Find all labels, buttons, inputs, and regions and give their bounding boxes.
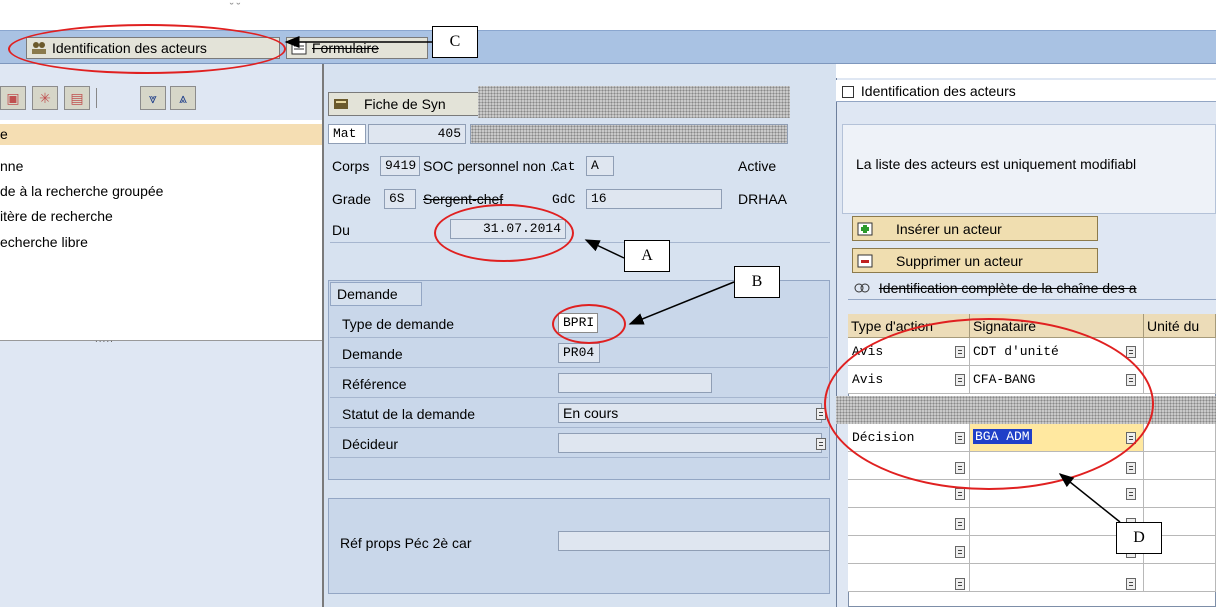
empty-row-f4-icon[interactable]: [955, 578, 965, 590]
info-text: La liste des acteurs est uniquement modi…: [856, 156, 1137, 172]
table-row[interactable]: [1144, 424, 1216, 452]
statut-row: Statut de la demande En cours: [330, 400, 828, 428]
table-row[interactable]: [1144, 338, 1216, 366]
ref-props-label: Réf props Péc 2è car: [340, 535, 472, 551]
fiche-icon: [334, 99, 348, 109]
row1-signataire-f4-icon[interactable]: [1126, 346, 1136, 358]
decideur-field[interactable]: [558, 433, 822, 453]
empty-row-f4-icon[interactable]: [1126, 578, 1136, 590]
du-label: Du: [332, 222, 350, 238]
mat-field[interactable]: 405: [368, 124, 466, 144]
table-row[interactable]: [848, 564, 970, 592]
cat-field[interactable]: A: [586, 156, 614, 176]
top-marks: ˘ ˘: [230, 2, 241, 14]
formulaire-label: Formulaire: [312, 40, 379, 56]
divider: [330, 242, 830, 243]
column-header-unite[interactable]: Unité du: [1144, 314, 1216, 338]
gdc-field[interactable]: 16: [586, 189, 722, 209]
corps-label: Corps: [332, 158, 370, 174]
table-title-text: Identification complète de la chaîne des…: [878, 280, 1137, 296]
demande-tab[interactable]: Demande: [330, 282, 422, 306]
formulaire-button[interactable]: Formulaire: [286, 37, 428, 59]
corps-text: SOC personnel non ...: [423, 158, 562, 174]
collapse-all-icon[interactable]: ⩓: [170, 86, 196, 110]
actors-panel-title: Identification des acteurs: [836, 80, 1216, 102]
table-row[interactable]: [1144, 564, 1216, 592]
demande-row: Demande PR04: [330, 340, 828, 368]
empty-row-f4-icon[interactable]: [1126, 462, 1136, 474]
reference-field[interactable]: [558, 373, 712, 393]
table-row[interactable]: [848, 508, 970, 536]
annotation-ellipse-c: [8, 24, 286, 74]
supprimer-acteur-button[interactable]: Supprimer un acteur: [852, 248, 1098, 273]
empty-row-f4-icon[interactable]: [955, 546, 965, 558]
decideur-label: Décideur: [342, 436, 399, 452]
mat-label: Mat: [328, 124, 366, 144]
redacted-area: [478, 86, 790, 118]
left-tool-3-icon[interactable]: ▤: [64, 86, 90, 110]
table-row[interactable]: [1144, 480, 1216, 508]
type-de-demande-label: Type de demande: [342, 316, 455, 332]
decideur-row: Décideur: [330, 430, 828, 458]
decideur-lookup-icon[interactable]: [816, 438, 826, 450]
table-row[interactable]: [848, 536, 970, 564]
annotation-ellipse-d: [824, 318, 1154, 490]
mat-name-field: [470, 124, 788, 144]
empty-row-f4-icon[interactable]: [955, 518, 965, 530]
insert-row-icon: [857, 222, 873, 235]
chain-icon: [854, 283, 870, 293]
left-tool-2-icon[interactable]: ✳: [32, 86, 58, 110]
annotation-ellipse-a: [434, 204, 574, 262]
inserer-acteur-button[interactable]: Insérer un acteur: [852, 216, 1098, 241]
ref-props-field[interactable]: [558, 531, 830, 551]
expand-all-icon[interactable]: ⩔: [140, 86, 166, 110]
statut-select[interactable]: En cours: [558, 403, 822, 423]
splitter-grip-icon: .....: [95, 334, 114, 345]
active-text: Active: [738, 158, 777, 174]
reference-row: Référence: [330, 370, 828, 398]
drhaa-text: DRHAA: [738, 191, 788, 207]
reference-label: Référence: [342, 376, 407, 392]
annotation-ellipse-b: [552, 304, 626, 344]
callout-d: D: [1116, 522, 1162, 554]
callout-a: A: [624, 240, 670, 272]
left-toolbar: ▣ ✳ ▤ ⩔ ⩓: [0, 86, 200, 114]
demande-field[interactable]: PR04: [558, 343, 600, 363]
delete-row-icon: [857, 254, 873, 267]
gdc-label: GdC: [552, 192, 576, 207]
left-tool-1-icon[interactable]: ▣: [0, 86, 26, 110]
fiche-label: Fiche de Syn: [364, 96, 446, 112]
inserer-label: Insérer un acteur: [896, 220, 1002, 237]
form-icon: [291, 41, 307, 55]
splitter[interactable]: [0, 340, 322, 346]
list-item[interactable]: itère de recherche: [0, 206, 322, 227]
list-item[interactable]: e: [0, 124, 322, 145]
statut-label: Statut de la demande: [342, 406, 476, 422]
empty-row-f4-icon[interactable]: [1126, 488, 1136, 500]
list-item[interactable]: de à la recherche groupée: [0, 181, 322, 202]
grade-field[interactable]: 6S: [384, 189, 416, 209]
list-item[interactable]: echerche libre: [0, 232, 322, 253]
corps-field[interactable]: 9419: [380, 156, 420, 176]
table-title: Identification complète de la chaîne des…: [848, 276, 1216, 300]
cat-label: Cat: [552, 159, 576, 174]
table-row[interactable]: [1144, 452, 1216, 480]
left-tree-list: e nne de à la recherche groupée itère de…: [0, 120, 322, 340]
toolbar-divider: [96, 88, 97, 108]
demande-label: Demande: [342, 346, 403, 362]
window-icon: [842, 86, 854, 98]
table-gap: [848, 300, 1216, 314]
grade-label: Grade: [332, 191, 371, 207]
list-item[interactable]: nne: [0, 156, 322, 177]
callout-b: B: [734, 266, 780, 298]
callout-c: C: [432, 26, 478, 58]
empty-row-f4-icon[interactable]: [955, 488, 965, 500]
actors-title-text: Identification des acteurs: [860, 83, 1016, 99]
table-row[interactable]: [1144, 366, 1216, 394]
supprimer-label: Supprimer un acteur: [896, 252, 1023, 269]
table-row[interactable]: [970, 564, 1144, 592]
